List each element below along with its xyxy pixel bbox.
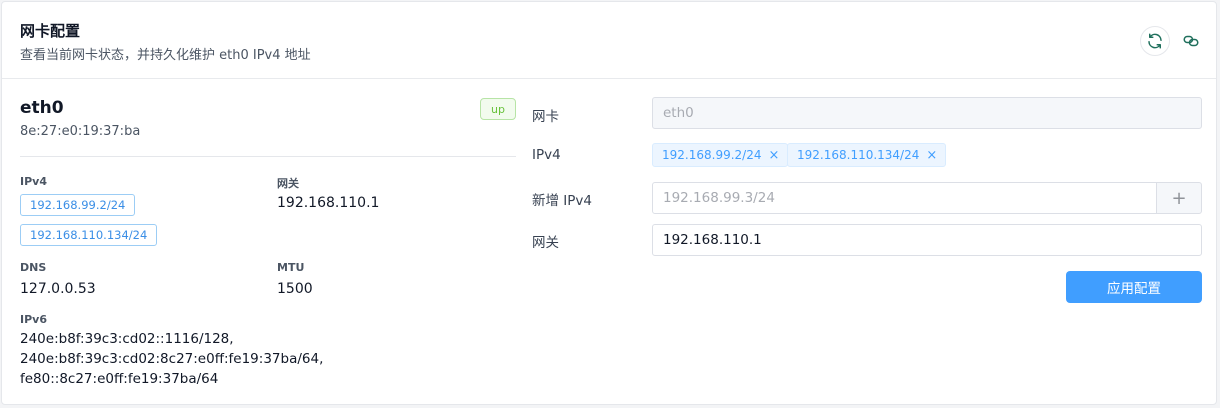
gateway-input[interactable] <box>663 232 1191 248</box>
ipv4-label: IPv4 <box>20 175 47 188</box>
ipv6-address: 240e:b8f:39c3:cd02:8c27:e0ff:fe19:37ba/6… <box>20 351 324 367</box>
interface-name: eth0 <box>20 98 64 118</box>
mtu-value: 1500 <box>277 281 313 297</box>
gateway-label: 网关 <box>277 177 299 190</box>
ipv4-chip: 192.168.110.134/24 × <box>787 143 947 167</box>
interface-mac: 8e:27:e0:19:37:ba <box>20 124 141 139</box>
add-ipv4-button[interactable]: + <box>1156 182 1202 214</box>
ipv4-chip-text: 192.168.110.134/24 <box>797 148 920 162</box>
ipv4-chip-text: 192.168.99.2/24 <box>662 148 762 162</box>
nic-field: eth0 <box>652 97 1202 129</box>
ipv4-tag: 192.168.110.134/24 <box>20 224 158 246</box>
new-ipv4-field <box>652 182 1157 214</box>
remove-chip-icon[interactable]: × <box>926 148 937 163</box>
link-button[interactable] <box>1176 26 1206 56</box>
ipv6-address: fe80::8c27:e0ff:fe19:37ba/64 <box>20 371 219 387</box>
refresh-button[interactable] <box>1140 26 1170 56</box>
gateway-form-label: 网关 <box>532 235 559 251</box>
apply-config-button[interactable]: 应用配置 <box>1066 271 1202 303</box>
page-subtitle: 查看当前网卡状态，并持久化维护 eth0 IPv4 地址 <box>20 48 311 63</box>
remove-chip-icon[interactable]: × <box>768 148 779 163</box>
new-ipv4-label: 新增 IPv4 <box>532 193 592 209</box>
card-header: 网卡配置 查看当前网卡状态，并持久化维护 eth0 IPv4 地址 <box>2 2 1216 79</box>
gateway-value: 192.168.110.1 <box>277 195 380 211</box>
dns-value: 127.0.0.53 <box>20 281 96 297</box>
ipv6-address: 240e:b8f:39c3:cd02::1116/128, <box>20 331 234 347</box>
ipv4-tag: 192.168.99.2/24 <box>20 194 136 216</box>
gateway-field <box>652 224 1202 256</box>
nic-config-card: 网卡配置 查看当前网卡状态，并持久化维护 eth0 IPv4 地址 eth0 8… <box>1 1 1217 405</box>
divider <box>20 156 516 157</box>
ipv4-form-label: IPv4 <box>532 147 561 163</box>
ipv6-label: IPv6 <box>20 313 47 326</box>
refresh-icon <box>1148 33 1162 49</box>
link-icon <box>1183 35 1199 47</box>
ipv4-chip: 192.168.99.2/24 × <box>652 143 789 167</box>
new-ipv4-input[interactable] <box>663 190 1146 206</box>
mtu-label: MTU <box>277 261 305 274</box>
dns-label: DNS <box>20 261 47 274</box>
status-badge: up <box>480 98 516 120</box>
nic-label: 网卡 <box>532 109 559 125</box>
page-title: 网卡配置 <box>20 22 81 40</box>
